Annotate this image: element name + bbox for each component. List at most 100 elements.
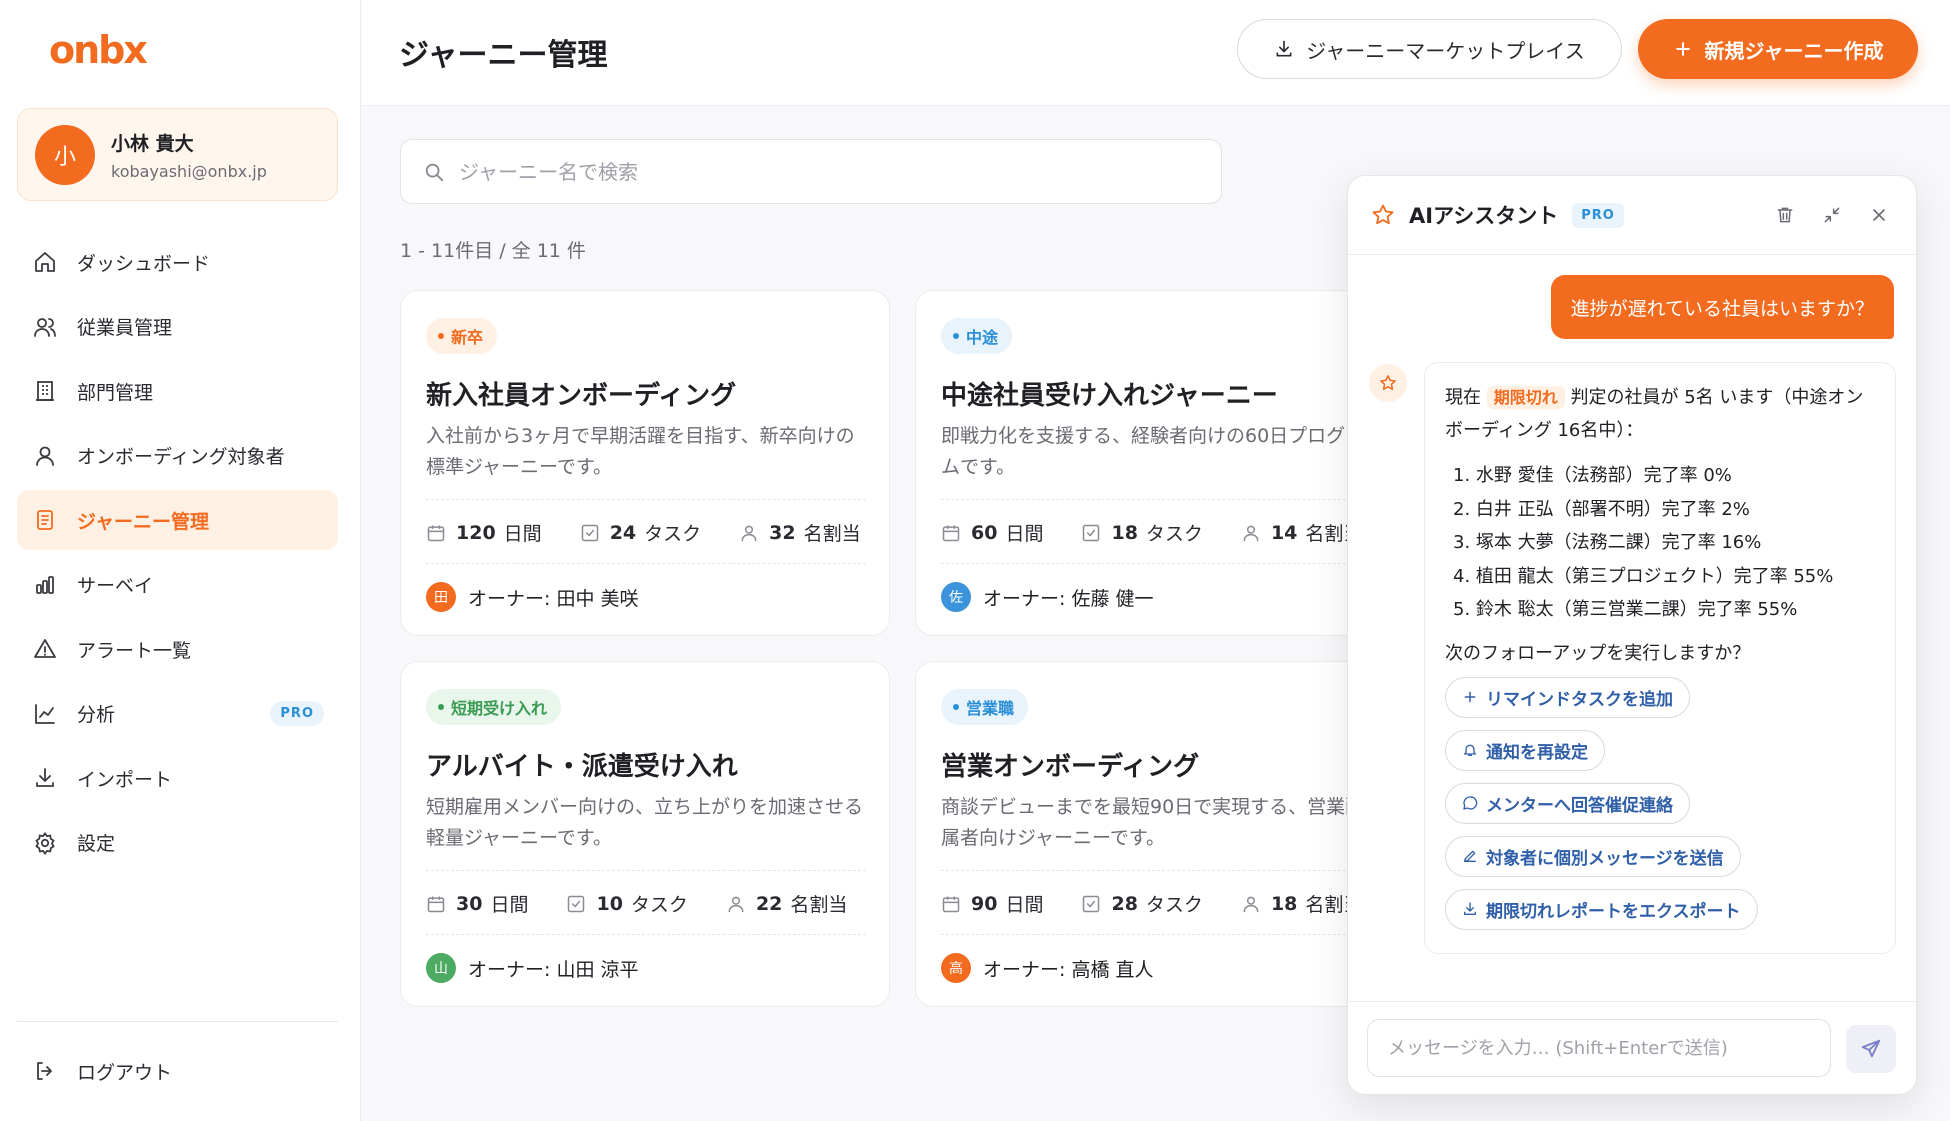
card-owner: 佐 オーナー: 佐藤 健一 [941,582,1153,612]
journey-card[interactable]: 営業職 営業オンボーディング 商談デビューまでを最短90日で実現する、営業配属者… [915,661,1405,1007]
divider [426,934,866,935]
chip-send-message[interactable]: 対象者に個別メッセージを送信 [1445,835,1741,877]
sidebar-item-label: インポート [77,768,173,791]
search-input[interactable] [459,159,1159,184]
owner-avatar: 山 [426,953,456,983]
expired-badge: 期限切れ [1486,386,1565,409]
document-icon [31,506,59,534]
message-input[interactable] [1367,1019,1831,1077]
sidebar-item-onboarding-targets[interactable]: オンボーディング対象者 [17,426,338,486]
stat-value: 120 [456,521,496,544]
user-icon [1243,896,1259,912]
close-icon[interactable] [1864,200,1894,230]
checkbox-icon [581,524,598,541]
chip-remind-mentor[interactable]: メンターへ回答催促連絡 [1445,782,1690,824]
user-icon [31,442,59,470]
sidebar-item-settings[interactable]: 設定 [17,813,338,873]
stat-value: 10 [596,892,623,915]
sidebar-item-dashboard[interactable]: ダッシュボード [17,232,338,292]
owner-name: オーナー: 田中 美咲 [468,587,639,610]
sidebar-item-employees[interactable]: 従業員管理 [17,297,338,357]
category-tag: 中途 [941,318,1013,354]
user-name: 小林 貴大 [111,132,194,155]
star-icon [1380,375,1396,390]
stat-days: 90 日間 [941,890,1043,917]
tag-label: 中途 [966,328,999,347]
owner-name: オーナー: 山田 涼平 [468,958,639,981]
stat-unit: タスク [1145,894,1203,916]
logo-text: onbx [49,28,148,72]
user-icon [741,525,757,541]
card-title: アルバイト・派遣受け入れ [426,752,738,782]
divider [426,563,866,564]
download-icon [31,764,59,792]
list-item: 1. 水野 愛佳（法務部）完了率 0% [1453,465,1732,486]
trash-icon[interactable] [1770,200,1800,230]
card-description: 即戦力化を支援する、経験者向けの60日プログラムです。 [941,425,1365,478]
sidebar-item-survey[interactable]: サーベイ [17,555,338,615]
stat-value: 32 [769,521,796,544]
logout-icon [31,1057,59,1085]
chat-icon [1463,796,1478,810]
sidebar-item-import[interactable]: インポート [17,748,338,808]
divider [941,934,1381,935]
divider [941,499,1381,500]
list-item: 4. 植田 龍太（第三プロジェクト）完了率 55% [1453,565,1834,587]
page-title: ジャーニー管理 [399,38,608,73]
result-count: 1 - 11件目 / 全 11 件 [400,240,586,262]
stat-value: 14 [1270,521,1298,544]
card-owner: 高 オーナー: 高橋 直人 [941,953,1153,983]
chip-reset-notification[interactable]: 通知を再設定 [1445,729,1605,771]
chip-add-reminder[interactable]: リマインドタスクを追加 [1445,676,1690,718]
search-icon [423,161,445,183]
line-chart-icon [31,700,59,728]
chip-label: 通知を再設定 [1486,742,1588,763]
logo[interactable]: onbx [49,28,148,72]
minimize-icon[interactable] [1817,200,1847,230]
stat-assigned: 14 名割当 [1241,519,1362,546]
tag-label: 営業職 [966,699,1015,718]
user-email: kobayashi@onbx.jp [111,161,267,181]
marketplace-button[interactable]: ジャーニーマーケットプレイス [1237,19,1622,79]
chip-export-report[interactable]: 期限切れレポートをエクスポート [1445,888,1758,930]
sidebar-divider [17,1021,338,1022]
stat-tasks: 10 タスク [566,890,688,917]
stat-unit: 日間 [503,523,542,545]
journey-card[interactable]: 新卒 新入社員オンボーディング 入社前から3ヶ月で早期活躍を目指す、新卒向けの標… [400,290,890,636]
sidebar-nav: ダッシュボード 従業員管理 部門管理 オンボーディング対象者 ジャーニー管理 サ… [17,232,338,877]
sidebar-item-alerts[interactable]: アラート一覧 [17,619,338,679]
chip-label: 期限切れレポートをエクスポート [1486,901,1741,922]
journey-card[interactable]: 短期受け入れ アルバイト・派遣受け入れ 短期雇用メンバー向けの、立ち上がりを加速… [400,661,890,1007]
tag-label: 新卒 [451,328,484,347]
stat-unit: 名割当 [803,523,861,545]
user-message: 進捗が遅れている社員はいますか？ [1550,275,1894,339]
ai-panel-title: AIアシスタント [1409,204,1559,228]
divider [941,563,1381,564]
sidebar-item-analytics[interactable]: 分析 PRO [17,684,338,744]
card-stats: 30 日間 10 タスク 22 名割当 [426,890,885,917]
sidebar-item-label: ダッシュボード [77,252,211,275]
divider [426,870,866,871]
owner-avatar: 佐 [941,582,971,612]
sidebar-item-journeys[interactable]: ジャーニー管理 [17,490,338,550]
send-icon [1861,1039,1881,1058]
new-journey-button[interactable]: 新規ジャーニー作成 [1638,19,1918,79]
logout-button[interactable]: ログアウト [31,1041,172,1101]
card-stats: 120 日間 24 タスク 32 名割当 [426,519,889,546]
user-icon [728,896,744,912]
checkbox-icon [1083,524,1100,541]
stat-days: 120 日間 [426,519,542,546]
sidebar-item-departments[interactable]: 部門管理 [17,361,338,421]
chip-label: メンターへ回答催促連絡 [1486,795,1673,816]
user-icon [1243,525,1259,541]
users-icon [31,313,59,341]
divider [426,499,866,500]
tag-dot [438,704,444,710]
journey-card[interactable]: 中途 中途社員受け入れジャーニー 即戦力化を支援する、経験者向けの60日プログラ… [915,290,1405,636]
checkbox-icon [1083,895,1100,912]
user-card[interactable]: 小 小林 貴大 kobayashi@onbx.jp [17,108,338,201]
send-button[interactable] [1846,1025,1896,1073]
logout-label: ログアウト [77,1061,173,1084]
bar-chart-icon [31,571,59,599]
card-title: 中途社員受け入れジャーニー [941,381,1278,411]
